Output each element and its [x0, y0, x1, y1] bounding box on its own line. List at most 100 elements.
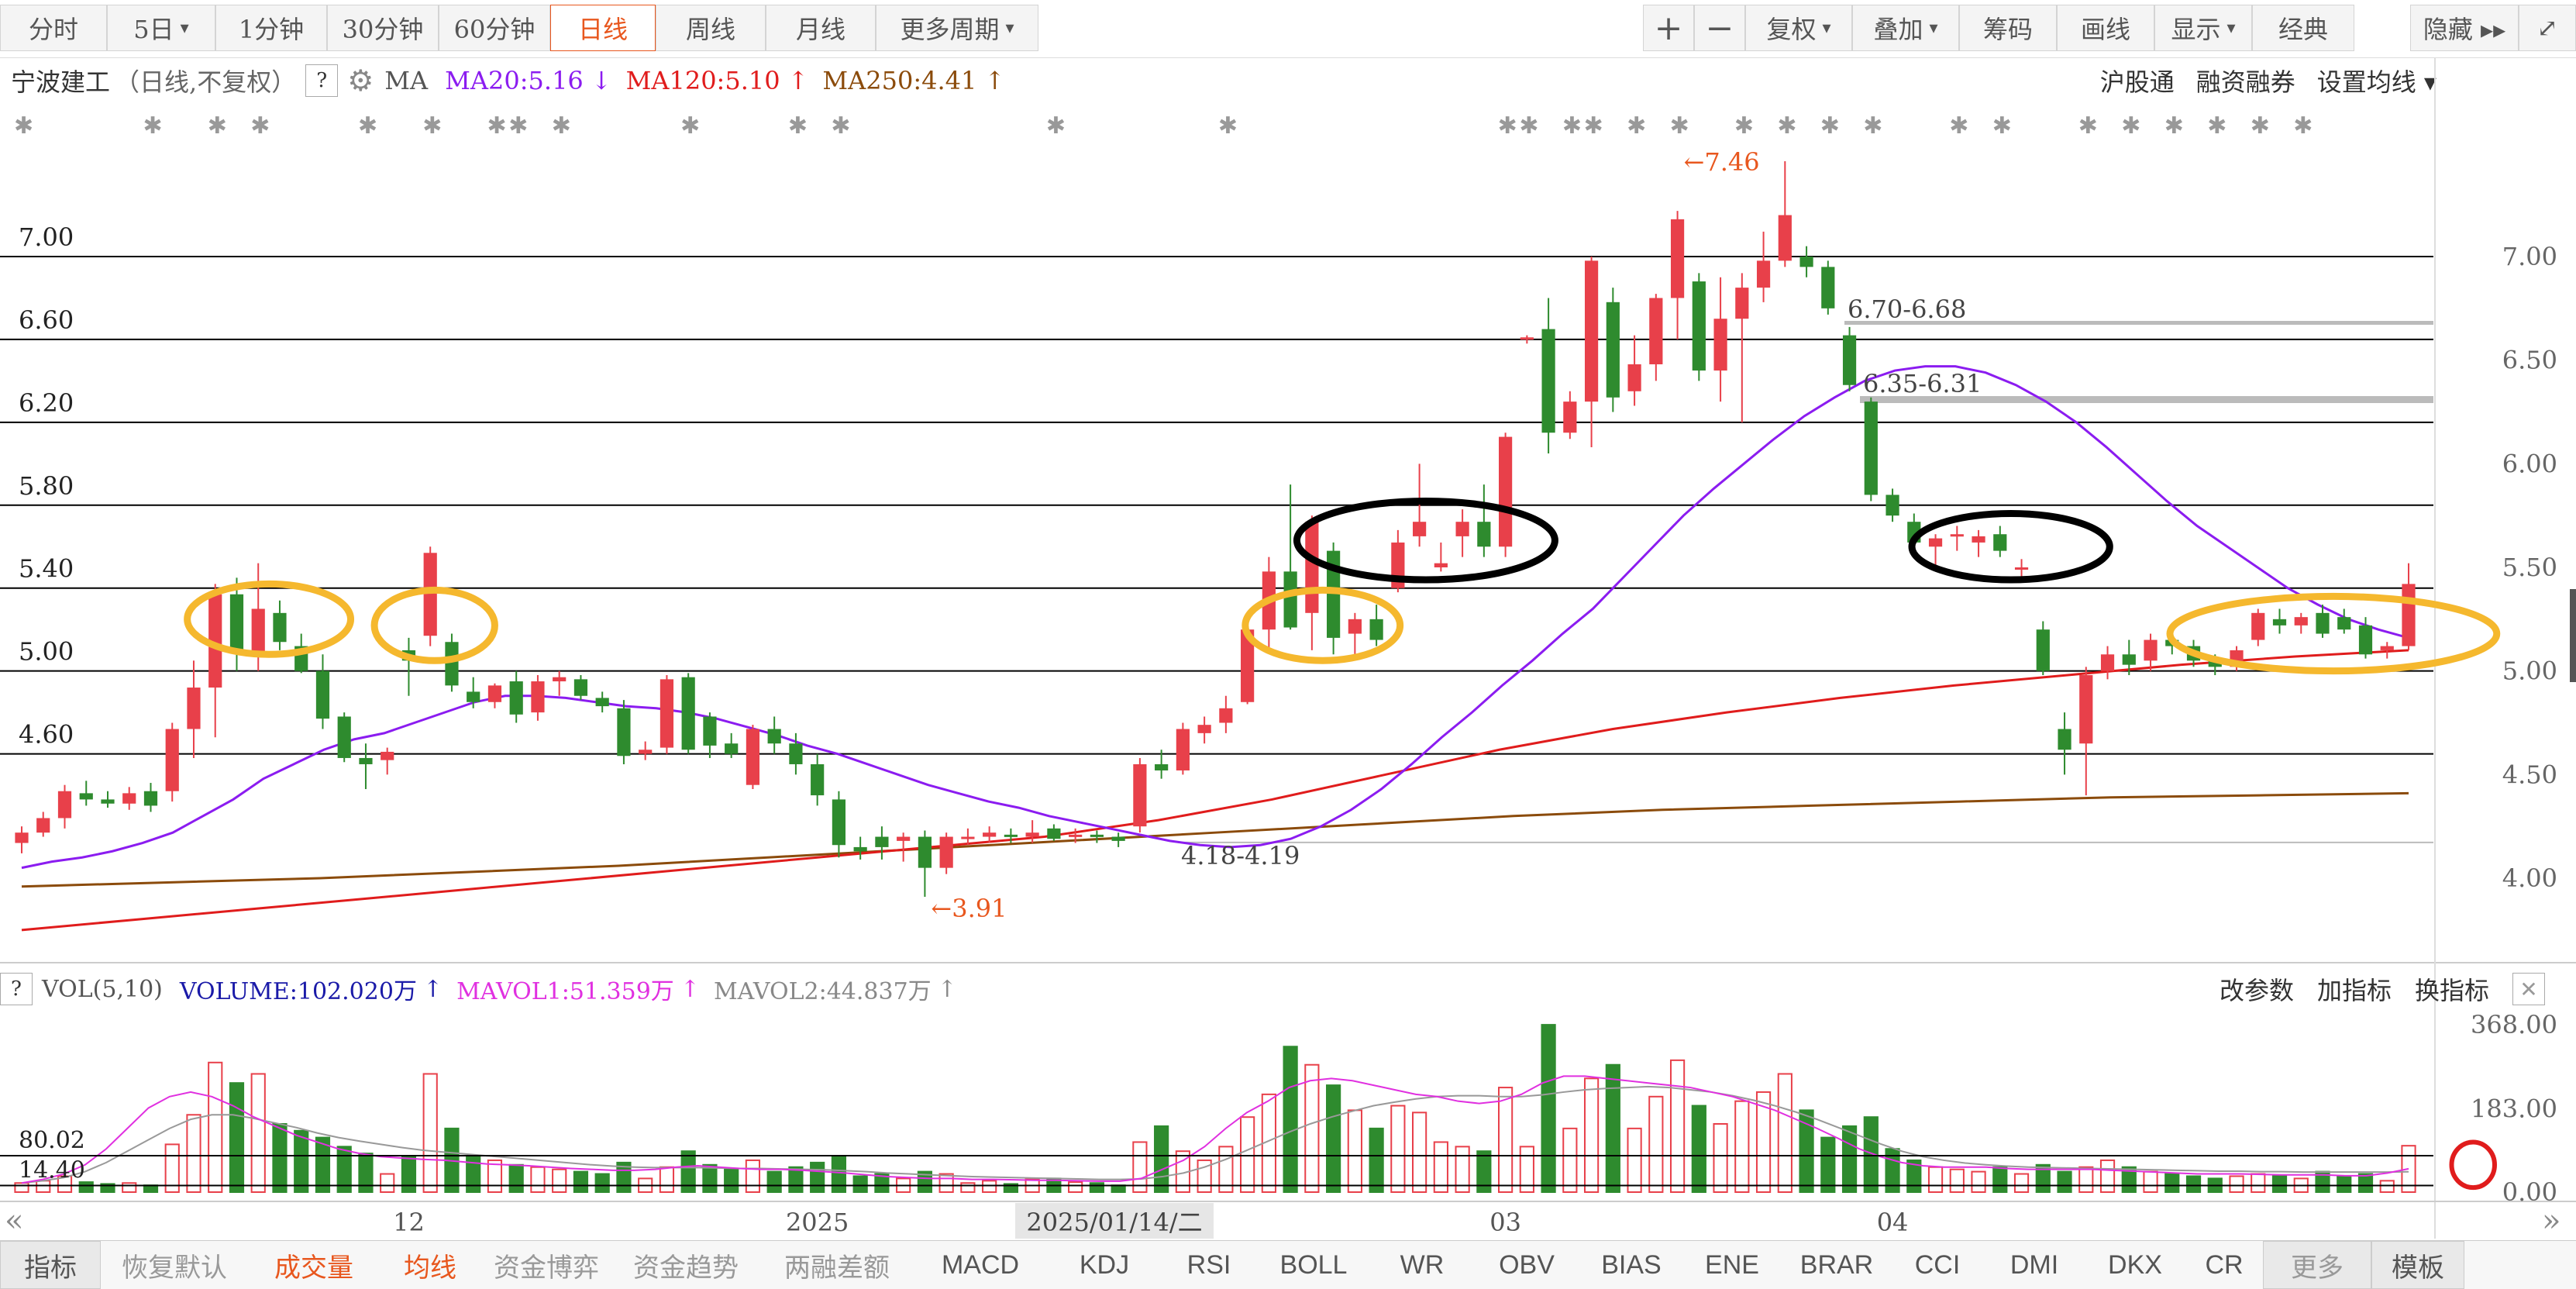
candle-body: [681, 677, 695, 750]
volume-bar: [1949, 1168, 1965, 1193]
mavol2-arrow-icon: ↑: [937, 975, 957, 1003]
volume-bar: [2057, 1170, 2072, 1193]
level-label: 5.00: [19, 637, 74, 667]
candle-body: [2358, 625, 2373, 655]
indicator-tab-15[interactable]: BRAR: [1782, 1241, 1891, 1289]
indicator-tab-4[interactable]: 资金博弈: [480, 1241, 612, 1289]
candle-body: [1219, 708, 1233, 723]
candle-body: [2272, 619, 2287, 626]
volume-bar: [1326, 1084, 1341, 1193]
volume-tick-label: 183.00: [2471, 1094, 2557, 1124]
indicator-tab-9[interactable]: RSI: [1162, 1241, 1255, 1289]
indicator-tab-11[interactable]: WR: [1372, 1241, 1472, 1289]
candle-body: [315, 670, 330, 719]
event-mark-icon: ✱: [1519, 112, 1538, 140]
level-label: 6.20: [19, 388, 74, 418]
candle-body: [229, 594, 244, 650]
indicator-tab-20[interactable]: 更多: [2263, 1241, 2371, 1289]
indicator-tabs: 指标 恢复默认 成交量 均线 资金博弈 资金趋势 两融差额 MACD KDJ RSI BOLL WR O…: [0, 1240, 2576, 1289]
candle-body: [2079, 675, 2093, 744]
candle-body: [1305, 522, 1319, 613]
event-mark-icon: ✱: [250, 112, 270, 140]
volume-tick-label: 368.00: [2471, 1010, 2557, 1039]
volume-bar: [1390, 1105, 1406, 1193]
candle-body: [1842, 335, 1857, 385]
gap-label: 6.35-6.31: [1863, 369, 1982, 398]
candle-body: [251, 608, 265, 655]
event-mark-icon: ✱: [1046, 112, 1066, 140]
event-mark-icon: ✱: [1820, 112, 1840, 140]
volume-help-icon[interactable]: ?: [0, 973, 33, 1005]
price-tick-label: 4.50: [2502, 760, 2557, 789]
volume-bar: [530, 1166, 546, 1193]
volume-bar: [1304, 1063, 1320, 1193]
candle-body: [2144, 639, 2158, 661]
edit-params-button[interactable]: 改参数: [2220, 971, 2294, 1007]
candle-body: [487, 685, 502, 702]
event-mark-icon: ✱: [2164, 112, 2184, 140]
volume-actions: 改参数 加指标 换指标 ✕: [2196, 970, 2545, 1008]
indicator-tab-16[interactable]: CCI: [1891, 1241, 1984, 1289]
volume-bar: [422, 1073, 438, 1194]
indicator-tab-19[interactable]: CR: [2185, 1241, 2263, 1289]
event-mark-icon: ✱: [1498, 112, 1517, 140]
candle-body: [746, 729, 760, 785]
event-mark-icon: ✱: [1218, 112, 1238, 140]
volume-bar: [186, 1114, 201, 1194]
volume-bar: [938, 1173, 954, 1193]
indicator-tab-18[interactable]: DKX: [2085, 1241, 2185, 1289]
volume-bar: [1583, 1077, 1600, 1194]
indicator-tab-1[interactable]: 恢复默认: [101, 1241, 248, 1289]
candle-body: [1541, 329, 1555, 433]
mavol2-value: MAVOL2:44.837万: [713, 978, 932, 1005]
candle-body: [1090, 834, 1104, 837]
volume-bar: [466, 1155, 481, 1193]
event-mark-icon: ✱: [358, 112, 377, 140]
scroll-handle[interactable]: [2570, 589, 2576, 682]
volume-arrow-icon: ↑: [422, 975, 443, 1003]
scroll-right-icon[interactable]: »: [2542, 1203, 2561, 1239]
candle-body: [1455, 522, 1469, 536]
event-mark-icon: ✱: [1627, 112, 1646, 140]
add-indicator-button[interactable]: 加指标: [2317, 971, 2392, 1007]
volume-bar: [960, 1182, 976, 1194]
candle-body: [36, 818, 50, 833]
volume-bar: [1841, 1125, 1858, 1194]
indicator-tab-12[interactable]: OBV: [1472, 1241, 1581, 1289]
candle-body: [639, 750, 653, 754]
indicator-tab-6[interactable]: 两融差额: [759, 1241, 914, 1289]
volume-bar: [401, 1155, 417, 1193]
indicator-tab-3[interactable]: 均线: [380, 1241, 480, 1289]
event-mark-icon: ✱: [831, 112, 850, 140]
indicator-tab-0[interactable]: 指标: [0, 1241, 101, 1289]
scroll-left-icon[interactable]: «: [5, 1203, 23, 1239]
indicator-tab-13[interactable]: BIAS: [1581, 1241, 1682, 1289]
volume-bar: [1669, 1059, 1686, 1194]
volume-bar: [1971, 1170, 1986, 1193]
candle-body: [1584, 260, 1599, 402]
candle-body: [1950, 534, 1964, 537]
close-icon[interactable]: ✕: [2512, 973, 2545, 1005]
indicator-tab-14[interactable]: ENE: [1682, 1241, 1782, 1289]
low-price-annotation: ←3.91: [931, 894, 1007, 923]
volume-bar: [552, 1168, 567, 1193]
candle-body: [832, 799, 846, 846]
volume-bar: [2013, 1173, 2030, 1193]
indicator-tab-5[interactable]: 资金趋势: [612, 1241, 759, 1289]
candlestick-chart[interactable]: ✱ ✱ ✱ ✱ ✱ ✱ ✱ ✱ ✱ ✱ ✱ ✱ ✱ ✱ ✱ ✱ ✱ ✱ ✱ ✱ ✱ ✱ ✱ ✱ ✱ ✱ ✱ ✱ ✱ ✱ ✱ ✱7.006.60…: [0, 0, 2576, 1240]
indicator-tab-17[interactable]: DMI: [1984, 1241, 2085, 1289]
event-mark-icon: ✱: [208, 112, 227, 140]
event-mark-icon: ✱: [508, 112, 528, 140]
volume-bar: [1992, 1166, 2008, 1193]
indicator-tab-7[interactable]: MACD: [914, 1241, 1046, 1289]
event-mark-icon: ✱: [2251, 112, 2270, 140]
indicator-tab-10[interactable]: BOLL: [1255, 1241, 1372, 1289]
indicator-tab-8[interactable]: KDJ: [1046, 1241, 1162, 1289]
volume-bar: [1562, 1127, 1578, 1194]
price-tick-label: 6.50: [2502, 346, 2557, 375]
indicator-tab-2[interactable]: 成交量: [248, 1241, 380, 1289]
volume-value: VOLUME:102.020万: [179, 978, 417, 1005]
indicator-tab-21[interactable]: 模板: [2371, 1241, 2464, 1289]
switch-indicator-button[interactable]: 换指标: [2415, 971, 2489, 1007]
candle-body: [1692, 281, 1706, 371]
